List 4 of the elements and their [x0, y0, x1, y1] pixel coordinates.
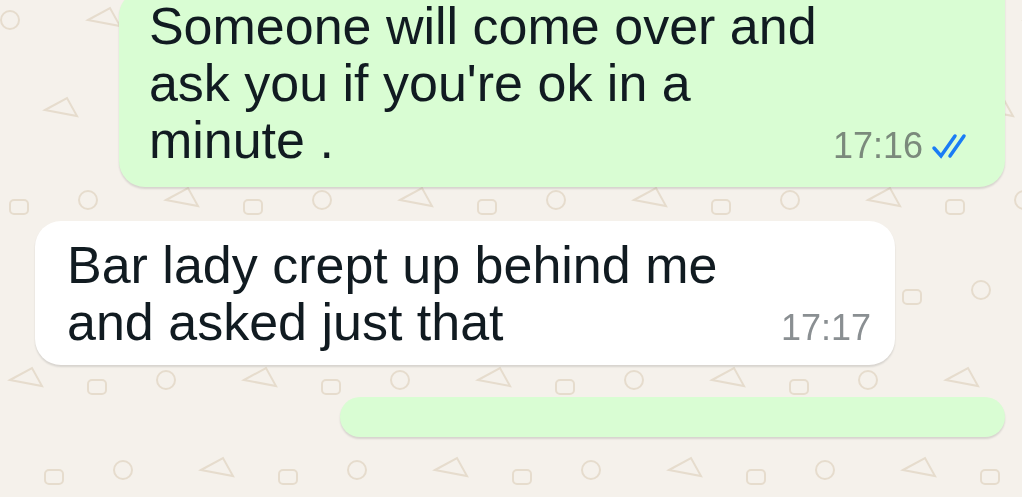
message-time: 17:16 — [832, 125, 923, 167]
message-text: Bar lady crept up behind me and asked just that — [67, 237, 719, 351]
message-text: Someone will come over and ask you if you're ok in a minute . — [148, 0, 818, 169]
message-time: 17:17 — [781, 307, 872, 349]
